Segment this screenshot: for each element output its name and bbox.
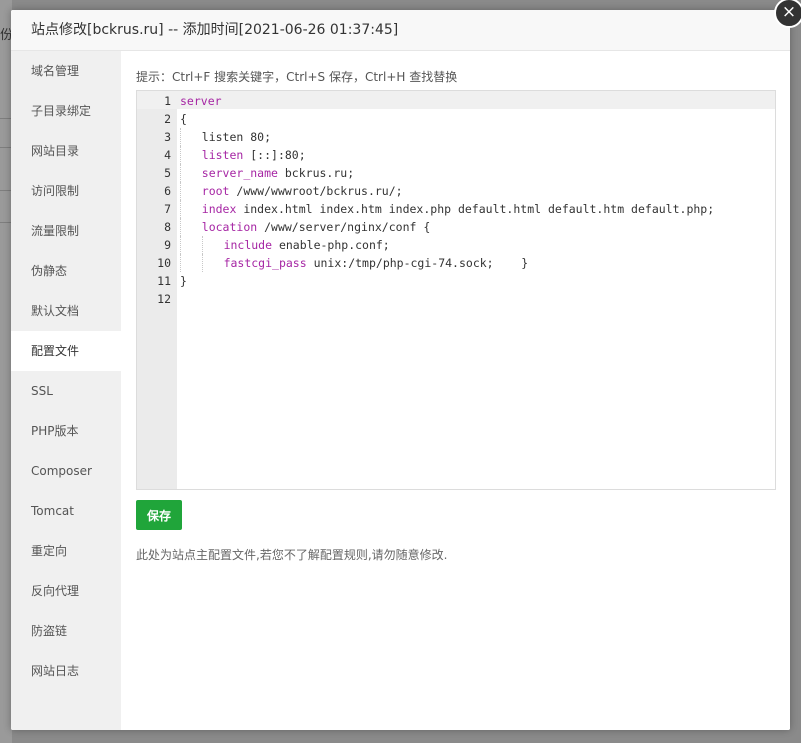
- code-value: bckrus.ru;: [277, 166, 355, 180]
- code-text: location /www/server/nginx/conf {: [180, 218, 430, 236]
- indent-guide: [180, 128, 181, 146]
- config-code-editor[interactable]: 1 server 2{3 listen 80; 4 listen [::]:80; 5 …: [136, 90, 776, 490]
- indent-guide: [201, 236, 203, 254]
- sidebar-item[interactable]: 域名管理: [11, 51, 121, 91]
- sidebar-item[interactable]: 网站日志: [11, 651, 121, 691]
- code-text: server_name bckrus.ru;: [180, 164, 354, 182]
- line-number: 8: [164, 220, 171, 234]
- sidebar-item[interactable]: SSL: [11, 371, 121, 411]
- code-keyword: index: [201, 202, 237, 216]
- code-keyword: server_name: [201, 166, 278, 180]
- code-keyword: listen: [201, 148, 244, 162]
- indent-guide: [180, 182, 181, 200]
- code-line: 5 server_name bckrus.ru;: [137, 164, 775, 182]
- code-text: fastcgi_pass unix:/tmp/php-cgi-74.sock; …: [180, 254, 528, 272]
- code-keyword: fastcgi_pass: [223, 256, 307, 270]
- code-line: 1 server: [137, 92, 775, 110]
- indent-guide: [180, 164, 181, 182]
- line-number: 3: [164, 130, 171, 144]
- code-lines[interactable]: 1 server 2{3 listen 80; 4 listen [::]:80; 5 …: [137, 92, 775, 308]
- code-value: /www/wwwroot/bckrus.ru/;: [229, 184, 403, 198]
- line-number: 6: [164, 184, 171, 198]
- indent-guide: [180, 200, 181, 218]
- code-value: {: [180, 112, 187, 126]
- code-line: 7 index index.html index.htm index.php d…: [137, 200, 775, 218]
- line-number: 5: [164, 166, 171, 180]
- sidebar-item[interactable]: Composer: [11, 451, 121, 491]
- code-line: 12: [137, 290, 775, 308]
- code-line: 3 listen 80;: [137, 128, 775, 146]
- indent-guide: [180, 218, 181, 236]
- sidebar-item[interactable]: 网站目录: [11, 131, 121, 171]
- code-text: root /www/wwwroot/bckrus.ru/;: [180, 182, 403, 200]
- code-line: 9 include enable-php.conf;: [137, 236, 775, 254]
- sidebar-item[interactable]: 重定向: [11, 531, 121, 571]
- code-keyword: server: [180, 94, 222, 108]
- shortcut-tip: 提示：Ctrl+F 搜索关键字，Ctrl+S 保存，Ctrl+H 查找替换: [136, 70, 458, 84]
- code-line: 2{: [137, 110, 775, 128]
- line-number: 7: [164, 202, 171, 216]
- code-text: index index.html index.htm index.php def…: [180, 200, 714, 218]
- code-text: }: [180, 272, 187, 290]
- code-text: {: [180, 110, 187, 128]
- line-number: 4: [164, 148, 171, 162]
- code-text: include enable-php.conf;: [180, 236, 390, 254]
- code-text: server: [180, 92, 222, 110]
- sidebar: 域名管理 子目录绑定 网站目录 访问限制 流量限制 伪静态 默认文档 配置文件 SSL PHP版本…: [11, 51, 121, 730]
- sidebar-item[interactable]: 伪静态: [11, 251, 121, 291]
- code-value: /www/server/nginx/conf {: [257, 220, 431, 234]
- indent-guide: [180, 146, 181, 164]
- line-number: 11: [157, 274, 171, 288]
- close-icon[interactable]: ×: [774, 0, 801, 28]
- code-value: index.html index.htm index.php default.h…: [236, 202, 715, 216]
- sidebar-item[interactable]: 防盗链: [11, 611, 121, 651]
- indent-guide: [201, 254, 203, 272]
- code-line: 6 root /www/wwwroot/bckrus.ru/;: [137, 182, 775, 200]
- code-value: 80;: [243, 130, 272, 144]
- code-line: 11}: [137, 272, 775, 290]
- config-panel: 提示：Ctrl+F 搜索关键字，Ctrl+S 保存，Ctrl+H 查找替换 1s…: [121, 51, 790, 730]
- site-edit-dialog: 站点修改[bckrus.ru] -- 添加时间[2021-06-26 01:37…: [11, 10, 790, 730]
- code-keyword: root: [201, 184, 230, 198]
- indent-guide: [180, 254, 181, 272]
- code-keyword: location: [201, 220, 258, 234]
- code-line: 8 location /www/server/nginx/conf {: [137, 218, 775, 236]
- code-value: unix:/tmp/php-cgi-74.sock; }: [306, 256, 529, 270]
- line-number: 1: [164, 94, 171, 108]
- code-value: }: [180, 274, 187, 288]
- indent-guide: [180, 236, 181, 254]
- sidebar-item[interactable]: 子目录绑定: [11, 91, 121, 131]
- sidebar-item[interactable]: Tomcat: [11, 491, 121, 531]
- sidebar-item[interactable]: 访问限制: [11, 171, 121, 211]
- line-number: 12: [157, 292, 171, 306]
- code-keyword: include: [223, 238, 273, 252]
- sidebar-item[interactable]: 反向代理: [11, 571, 121, 611]
- sidebar-item[interactable]: PHP版本: [11, 411, 121, 451]
- dialog-title: 站点修改[bckrus.ru] -- 添加时间[2021-06-26 01:37…: [11, 10, 790, 51]
- line-number: 10: [157, 256, 171, 270]
- sidebar-item[interactable]: 流量限制: [11, 211, 121, 251]
- code-text: listen [::]:80;: [180, 146, 306, 164]
- line-number: 2: [164, 112, 171, 126]
- code-line: 4 listen [::]:80;: [137, 146, 775, 164]
- code-value: [::]:80;: [243, 148, 306, 162]
- save-button[interactable]: 保存: [136, 500, 182, 530]
- config-warning-note: 此处为站点主配置文件,若您不了解配置规则,请勿随意修改.: [136, 548, 448, 562]
- code-text: listen 80;: [180, 128, 271, 146]
- sidebar-item[interactable]: 默认文档: [11, 291, 121, 331]
- code-keyword: listen: [201, 130, 244, 144]
- line-number: 9: [164, 238, 171, 252]
- code-value: enable-php.conf;: [272, 238, 390, 252]
- code-line: 10 fastcgi_pass unix:/tmp/php-cgi-74.soc…: [137, 254, 775, 272]
- sidebar-item[interactable]: 配置文件: [11, 331, 121, 371]
